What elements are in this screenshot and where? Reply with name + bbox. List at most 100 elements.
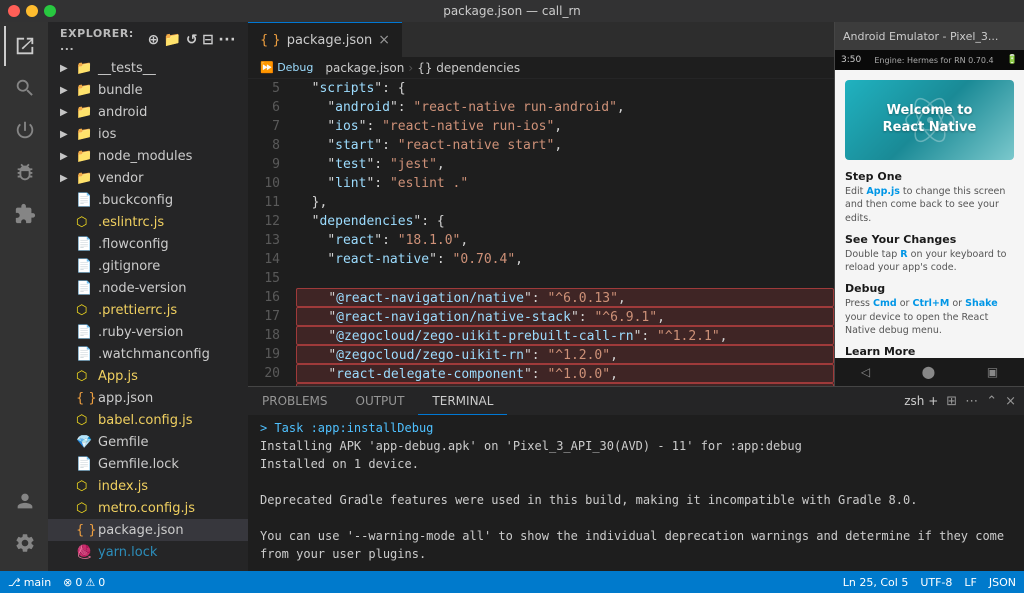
- terminal-line: Deprecated Gradle features were used in …: [260, 491, 1012, 509]
- file-icon: 📄: [76, 281, 94, 296]
- activity-icon-settings[interactable]: [4, 523, 44, 563]
- rn-section-title: Learn More: [845, 345, 1014, 358]
- new-file-icon[interactable]: ⊕: [148, 32, 160, 48]
- tree-item-eslintrc[interactable]: ▶ ⬡ .eslintrc.js: [48, 211, 248, 233]
- window-title: package.json — call_rn: [443, 4, 581, 18]
- arrow-icon: ▶: [60, 63, 76, 74]
- rn-section-debug: Debug Press Cmd or Ctrl+M or Shake your …: [845, 282, 1014, 337]
- maximize-button[interactable]: [44, 5, 56, 17]
- terminal-line: Installing APK 'app-debug.apk' on 'Pixel…: [260, 437, 1012, 455]
- tab-package-json[interactable]: { } package.json ×: [248, 22, 402, 57]
- code-content[interactable]: 56789 1011121314 1516171819 2021222324 2…: [248, 79, 834, 386]
- file-name: index.js: [98, 479, 148, 494]
- emulator-time: 3:50: [841, 55, 861, 65]
- emulator-engine-label: Engine: Hermes for RN 0.70.4: [874, 56, 993, 65]
- emulator-panel: Android Emulator - Pixel_3... 3:50 Engin…: [834, 22, 1024, 386]
- tree-item-node-version[interactable]: ▶ 📄 .node-version: [48, 277, 248, 299]
- tree-item-appjs[interactable]: ▶ ⬡ App.js: [48, 365, 248, 387]
- terminal-options-icon[interactable]: ⋯: [965, 394, 978, 409]
- status-errors[interactable]: ⊗ 0 ⚠ 0: [63, 576, 105, 589]
- maximize-panel-icon[interactable]: ⌃: [986, 394, 997, 409]
- refresh-icon[interactable]: ↺: [186, 32, 198, 48]
- status-line-ending[interactable]: LF: [964, 576, 976, 589]
- code-line: "react": "18.1.0",: [296, 231, 834, 250]
- nav-recent-icon[interactable]: ▣: [987, 365, 998, 379]
- tree-item-bundle[interactable]: ▶ 📁 bundle: [48, 79, 248, 101]
- tree-item-gemfilelock[interactable]: ▶ 📄 Gemfile.lock: [48, 453, 248, 475]
- split-terminal-icon[interactable]: ⊞: [946, 394, 957, 409]
- traffic-lights: [8, 5, 56, 17]
- close-button[interactable]: [8, 5, 20, 17]
- emulator-screen: 3:50 Engine: Hermes for RN 0.70.4 🔋: [835, 50, 1024, 386]
- nav-home-icon[interactable]: ⬤: [922, 365, 935, 379]
- panel-tab-problems[interactable]: PROBLEMS: [248, 387, 342, 415]
- line-ending-label: LF: [964, 576, 976, 589]
- minimize-button[interactable]: [26, 5, 38, 17]
- tree-item-android[interactable]: ▶ 📁 android: [48, 101, 248, 123]
- tree-item-ruby-version[interactable]: ▶ 📄 .ruby-version: [48, 321, 248, 343]
- tree-item-buckconfig[interactable]: ▶ 📄 .buckconfig: [48, 189, 248, 211]
- tree-item-indexjs[interactable]: ▶ ⬡ index.js: [48, 475, 248, 497]
- tree-item-ios[interactable]: ▶ 📁 ios: [48, 123, 248, 145]
- status-bar: ⎇ main ⊗ 0 ⚠ 0 Ln 25, Col 5 UTF-8 LF JSO…: [0, 571, 1024, 593]
- file-name: babel.config.js: [98, 413, 193, 428]
- code-line-highlighted: "@react-navigation/native": "^6.0.13",: [296, 288, 834, 307]
- tree-item-node-modules[interactable]: ▶ 📁 node_modules: [48, 145, 248, 167]
- code-line: "scripts": {: [296, 79, 834, 98]
- status-language[interactable]: JSON: [989, 576, 1016, 589]
- activity-icon-extensions[interactable]: [4, 194, 44, 234]
- file-name: .ruby-version: [98, 325, 183, 340]
- tree-item-watchmanconfig[interactable]: ▶ 📄 .watchmanconfig: [48, 343, 248, 365]
- status-branch[interactable]: ⎇ main: [8, 576, 51, 589]
- file-name: .buckconfig: [98, 193, 173, 208]
- tab-close-icon[interactable]: ×: [378, 32, 390, 48]
- panel-tab-output[interactable]: OUTPUT: [342, 387, 419, 415]
- file-icon: ⬡: [76, 479, 94, 494]
- breadcrumb: ⏩ Debug package.json › {} dependencies: [248, 57, 834, 79]
- status-position[interactable]: Ln 25, Col 5: [843, 576, 909, 589]
- collapse-icon[interactable]: ⊟: [202, 32, 214, 48]
- activity-icon-explorer[interactable]: [4, 26, 44, 66]
- activity-icon-account[interactable]: [4, 481, 44, 521]
- tree-item-yarnlock[interactable]: ▶ 🧶 yarn.lock: [48, 541, 248, 563]
- status-encoding[interactable]: UTF-8: [920, 576, 952, 589]
- more-icon[interactable]: ···: [218, 32, 236, 48]
- nav-back-icon[interactable]: ◁: [861, 365, 870, 379]
- activity-icon-debug[interactable]: [4, 152, 44, 192]
- arrow-icon: ▶: [60, 85, 76, 96]
- code-line: "android": "react-native run-android",: [296, 98, 834, 117]
- close-panel-icon[interactable]: ×: [1005, 394, 1016, 409]
- tree-item-gitignore[interactable]: ▶ 📄 .gitignore: [48, 255, 248, 277]
- emulator-app-content[interactable]: Welcome toReact Native Step One Edit App…: [835, 70, 1024, 358]
- rn-section-title: See Your Changes: [845, 233, 1014, 246]
- emulator-title-bar: Android Emulator - Pixel_3...: [835, 22, 1024, 50]
- rn-section-text: Double tap R on your keyboard to reload …: [845, 248, 1014, 275]
- error-count: 0: [75, 576, 82, 589]
- sidebar-title: EXPLORER: ...: [60, 27, 148, 53]
- panel-tab-terminal[interactable]: TERMINAL: [418, 387, 507, 415]
- code-line-highlighted: "react-delegate-component": "^1.0.0",: [296, 364, 834, 383]
- file-name: yarn.lock: [98, 545, 157, 560]
- folder-icon: 📁: [76, 61, 94, 76]
- terminal-content[interactable]: > Task :app:installDebug Installing APK …: [248, 415, 1024, 571]
- tree-item-appjson[interactable]: ▶ { } app.json: [48, 387, 248, 409]
- tree-item-gemfile[interactable]: ▶ 💎 Gemfile: [48, 431, 248, 453]
- activity-bar: [0, 22, 48, 571]
- arrow-icon: ▶: [60, 107, 76, 118]
- tree-item-metroconfig[interactable]: ▶ ⬡ metro.config.js: [48, 497, 248, 519]
- tree-item-tests[interactable]: ▶ 📁 __tests__: [48, 57, 248, 79]
- sidebar: EXPLORER: ... ⊕ 📁 ↺ ⊟ ··· ▶ 📁 __tests__ …: [48, 22, 248, 571]
- encoding-label: UTF-8: [920, 576, 952, 589]
- terminal-line: [260, 509, 1012, 527]
- tree-item-flowconfig[interactable]: ▶ 📄 .flowconfig: [48, 233, 248, 255]
- tree-item-babelconfig[interactable]: ▶ ⬡ babel.config.js: [48, 409, 248, 431]
- cursor-position: Ln 25, Col 5: [843, 576, 909, 589]
- code-line: "react-native": "0.70.4",: [296, 250, 834, 269]
- tree-item-packagejson[interactable]: ▶ { } package.json: [48, 519, 248, 541]
- new-folder-icon[interactable]: 📁: [164, 32, 182, 48]
- activity-icon-search[interactable]: [4, 68, 44, 108]
- activity-icon-git[interactable]: [4, 110, 44, 150]
- tree-item-prettierrc[interactable]: ▶ ⬡ .prettierrc.js: [48, 299, 248, 321]
- file-icon: 📄: [76, 457, 94, 472]
- tree-item-vendor[interactable]: ▶ 📁 vendor: [48, 167, 248, 189]
